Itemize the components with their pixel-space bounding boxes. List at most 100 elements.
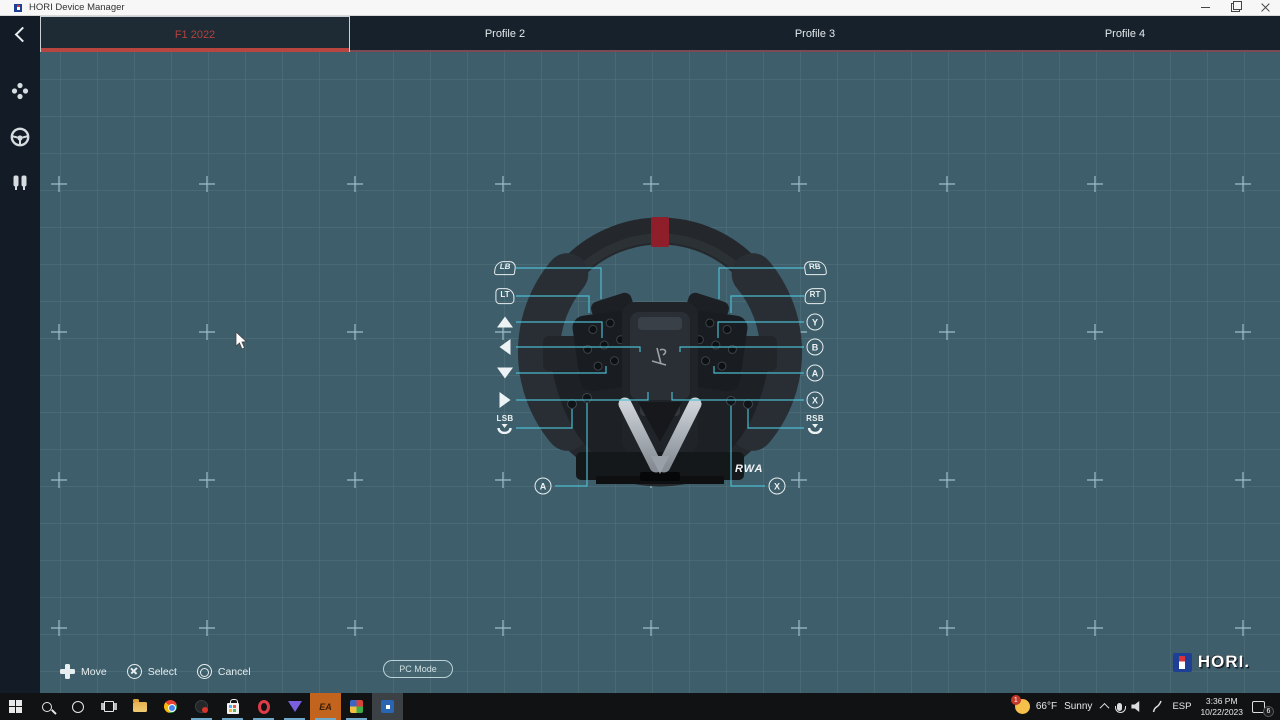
windows-start-icon	[9, 700, 15, 706]
mapping-chip-dpad-down[interactable]	[497, 368, 513, 379]
weather-condition: Sunny	[1064, 701, 1092, 712]
mapping-chip-bottom-x[interactable]: X	[769, 478, 786, 495]
weather-sun-icon: 1	[1015, 699, 1030, 714]
notification-badge: 6	[1263, 706, 1274, 717]
sidebar-item-wheel[interactable]	[0, 114, 40, 160]
speaker-icon[interactable]	[1131, 701, 1143, 712]
tab-label: F1 2022	[175, 29, 215, 41]
close-button[interactable]	[1250, 0, 1280, 15]
tab-f1-2022[interactable]: F1 2022	[40, 16, 350, 52]
task-view-icon	[104, 701, 114, 712]
mapping-chip-bottom-a[interactable]: A	[535, 478, 552, 495]
ea-app-icon: EA	[319, 702, 332, 712]
taskbar-task-view[interactable]	[93, 693, 124, 720]
clock[interactable]: 3:36 PM 10/22/2023	[1200, 696, 1243, 717]
microsoft-store-icon	[227, 703, 239, 714]
language-indicator[interactable]: ESP	[1172, 701, 1191, 712]
microphone-icon[interactable]	[1117, 703, 1122, 711]
taskbar-file-explorer[interactable]	[124, 693, 155, 720]
steering-wheel-icon	[9, 126, 31, 148]
taskbar-opera[interactable]	[248, 693, 279, 720]
mapping-chip-dpad-up[interactable]	[497, 317, 513, 328]
wheel-brand-logo: RWA	[735, 463, 763, 475]
game-pixels-icon	[350, 700, 363, 713]
clock-date: 10/22/2023	[1200, 707, 1243, 718]
window-title: HORI Device Manager	[29, 2, 125, 13]
minimize-button[interactable]	[1190, 0, 1220, 15]
mapping-chip-rsb[interactable]: RSB	[806, 414, 824, 434]
hori-device-manager-window: HORI Device Manager	[0, 0, 1280, 720]
taskbar-microsoft-store[interactable]	[217, 693, 248, 720]
action-center-button[interactable]: 6	[1252, 699, 1272, 715]
profile-tab-bar: F1 2022 Profile 2 Profile 3 Profile 4	[40, 16, 1280, 52]
taskbar-chrome[interactable]	[155, 693, 186, 720]
mapping-chip-y[interactable]: Y	[807, 314, 824, 331]
arrow-down-icon	[497, 368, 513, 379]
wheel-center-stripe	[651, 217, 669, 247]
restore-button[interactable]	[1220, 0, 1250, 15]
sidebar-item-pedals[interactable]	[0, 160, 40, 206]
mapping-chip-dpad-left[interactable]	[500, 339, 511, 355]
taskbar-cortana[interactable]	[62, 693, 93, 720]
taskbar-hori-device-manager[interactable]	[372, 693, 403, 720]
arrow-right-icon	[500, 392, 511, 408]
mapping-chip-lsb[interactable]: LSB	[497, 414, 514, 434]
weather-temp: 66°F	[1036, 701, 1057, 712]
system-tray: 1 66°F Sunny ESP 3:36 PM 10/22/2023 6	[1015, 693, 1280, 720]
mapping-canvas: RWA L	[40, 52, 1280, 693]
pc-mode-button[interactable]: PC Mode	[383, 660, 453, 678]
mapping-chip-rt[interactable]: RT	[805, 288, 826, 304]
mouse-cursor	[235, 332, 249, 350]
hint-cancel: Cancel	[197, 664, 251, 679]
tab-profile-4[interactable]: Profile 4	[970, 16, 1280, 52]
buttons-dpad-icon	[10, 81, 30, 101]
pedals-icon	[10, 173, 30, 193]
controller-hints: Move Select Cancel	[60, 664, 251, 679]
hori-brand-logo: HORI.	[1173, 652, 1250, 672]
tab-profile-3[interactable]: Profile 3	[660, 16, 970, 52]
dpad-icon	[60, 664, 75, 679]
mapping-chip-dpad-right[interactable]	[500, 392, 511, 408]
hori-device-manager-icon	[381, 700, 394, 713]
mapping-chip-rb[interactable]: RB	[804, 261, 826, 275]
stick-icon	[807, 423, 823, 434]
cross-button-icon	[127, 664, 142, 679]
mapping-chip-a[interactable]: A	[807, 365, 824, 382]
pen-icon[interactable]	[1152, 700, 1163, 713]
tab-label: Profile 2	[485, 28, 525, 40]
mapping-chip-x[interactable]: X	[807, 392, 824, 409]
chrome-icon	[164, 700, 177, 713]
tab-profile-2[interactable]: Profile 2	[350, 16, 660, 52]
mapping-chip-b[interactable]: B	[807, 339, 824, 356]
mapping-chip-lt[interactable]: LT	[495, 288, 514, 304]
left-sidebar	[0, 16, 40, 693]
hint-select: Select	[127, 664, 177, 679]
back-button[interactable]	[0, 16, 40, 52]
title-bar: HORI Device Manager	[0, 0, 1280, 16]
media-player-icon	[195, 700, 208, 713]
clock-time: 3:36 PM	[1200, 696, 1243, 707]
hint-move: Move	[60, 664, 107, 679]
taskbar-search[interactable]	[31, 693, 62, 720]
start-button[interactable]	[0, 693, 31, 720]
taskbar-ea-app[interactable]: EA	[310, 693, 341, 720]
arrow-left-icon	[500, 339, 511, 355]
weather-widget[interactable]: 1 66°F Sunny	[1015, 699, 1093, 714]
opera-icon	[258, 700, 270, 714]
taskbar-media-app[interactable]	[186, 693, 217, 720]
sidebar-item-buttons[interactable]	[0, 68, 40, 114]
weather-badge: 1	[1011, 695, 1021, 705]
hidden-icons-chevron-icon[interactable]	[1100, 703, 1110, 713]
hori-logo-icon	[1173, 653, 1192, 672]
mapping-chip-lb[interactable]: LB	[495, 261, 516, 275]
file-explorer-icon	[133, 702, 147, 712]
taskbar-game-launcher[interactable]	[279, 693, 310, 720]
circle-button-icon	[197, 664, 212, 679]
cortana-icon	[72, 701, 84, 713]
game-launcher-icon	[288, 701, 302, 712]
tab-label: Profile 3	[795, 28, 835, 40]
arrow-up-icon	[497, 317, 513, 328]
search-icon	[42, 702, 52, 712]
taskbar-game-app[interactable]	[341, 693, 372, 720]
tab-label: Profile 4	[1105, 28, 1145, 40]
